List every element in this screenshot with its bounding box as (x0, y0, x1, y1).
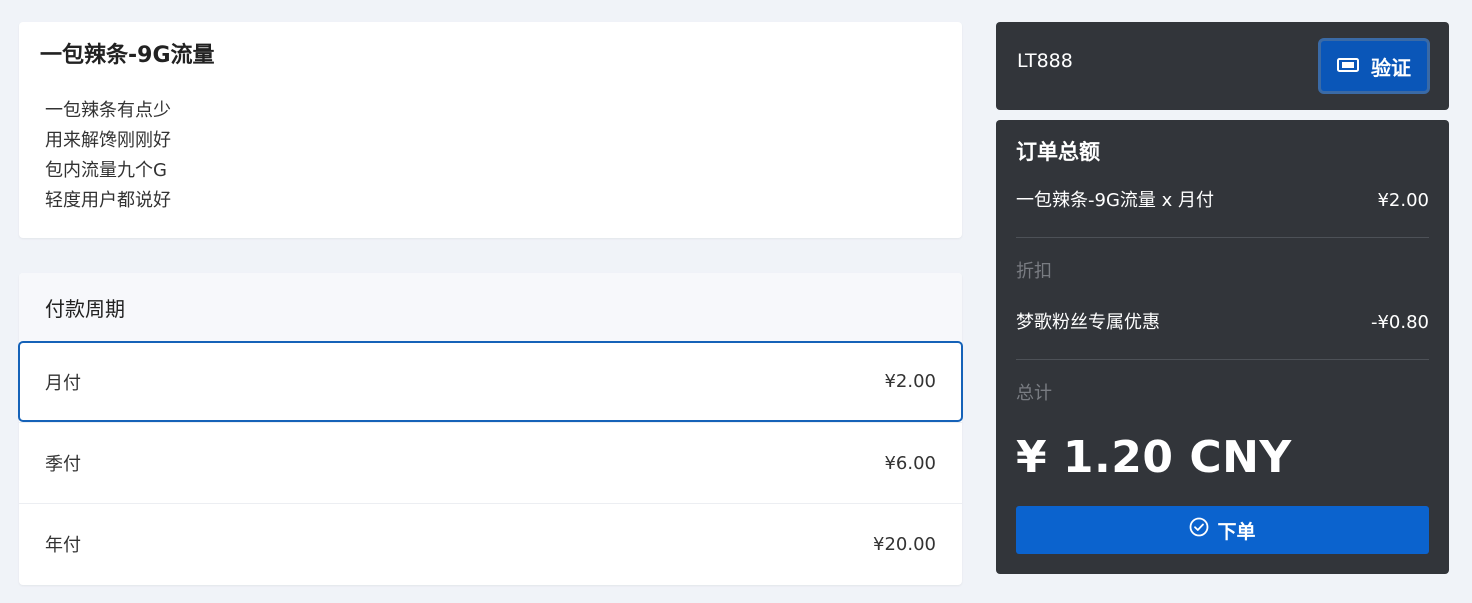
discount-amount: -¥0.80 (1370, 312, 1429, 333)
check-circle-icon (1189, 517, 1209, 543)
plan-description-line: 用来解馋刚刚好 (45, 130, 171, 151)
billing-option-price: ¥20.00 (873, 533, 936, 555)
coupon-code-input[interactable]: LT888 (1017, 50, 1073, 72)
ticket-icon (1337, 55, 1359, 78)
summary-title: 订单总额 (1016, 140, 1100, 164)
summary-item-row: 一包辣条-9G流量 x 月付 ¥2.00 (1016, 189, 1429, 213)
summary-item-label: 一包辣条-9G流量 x 月付 (1016, 190, 1214, 211)
discount-header: 折扣 (1016, 261, 1052, 282)
plan-description-line: 一包辣条有点少 (45, 100, 171, 121)
verify-coupon-button[interactable]: 验证 (1318, 38, 1430, 94)
total-amount: ¥ 1.20 CNY (1016, 432, 1292, 483)
plan-description: 一包辣条有点少 用来解馋刚刚好 包内流量九个G 轻度用户都说好 (40, 96, 941, 216)
right-column: LT888 验证 订单总额 一包辣条-9G流量 x 月付 ¥2.00 折扣 梦歌… (996, 22, 1449, 574)
verify-label: 验证 (1371, 57, 1411, 80)
billing-cycle-card: 付款周期 月付 ¥2.00 季付 ¥6.00 年付 ¥20.00 (18, 273, 963, 585)
order-summary: 订单总额 一包辣条-9G流量 x 月付 ¥2.00 折扣 梦歌粉丝专属优惠 -¥… (996, 120, 1449, 574)
discount-row: 梦歌粉丝专属优惠 -¥0.80 (1016, 311, 1429, 335)
place-order-button[interactable]: 下单 (1016, 506, 1429, 554)
billing-option-label: 年付 (45, 535, 81, 556)
place-order-label: 下单 (1217, 521, 1256, 543)
billing-option-yearly[interactable]: 年付 ¥20.00 (19, 503, 962, 584)
billing-option-price: ¥2.00 (884, 371, 936, 392)
billing-option-price: ¥6.00 (884, 452, 936, 474)
divider (1016, 237, 1429, 238)
plan-title: 一包辣条-9G流量 (40, 43, 215, 68)
plan-card: 一包辣条-9G流量 一包辣条有点少 用来解馋刚刚好 包内流量九个G 轻度用户都说… (19, 22, 962, 238)
plan-description-line: 轻度用户都说好 (45, 190, 171, 211)
billing-option-label: 季付 (45, 454, 81, 475)
billing-option-monthly[interactable]: 月付 ¥2.00 (18, 341, 963, 422)
billing-cycle-header: 付款周期 (19, 273, 962, 341)
left-column: 一包辣条-9G流量 一包辣条有点少 用来解馋刚刚好 包内流量九个G 轻度用户都说… (18, 22, 963, 585)
coupon-box: LT888 验证 (996, 22, 1449, 110)
billing-option-label: 月付 (45, 372, 81, 394)
billing-option-quarterly[interactable]: 季付 ¥6.00 (19, 422, 962, 503)
summary-item-price: ¥2.00 (1377, 190, 1429, 211)
total-header: 总计 (1016, 383, 1052, 404)
discount-label: 梦歌粉丝专属优惠 (1016, 312, 1160, 333)
plan-description-line: 包内流量九个G (45, 160, 167, 181)
divider (1016, 359, 1429, 360)
